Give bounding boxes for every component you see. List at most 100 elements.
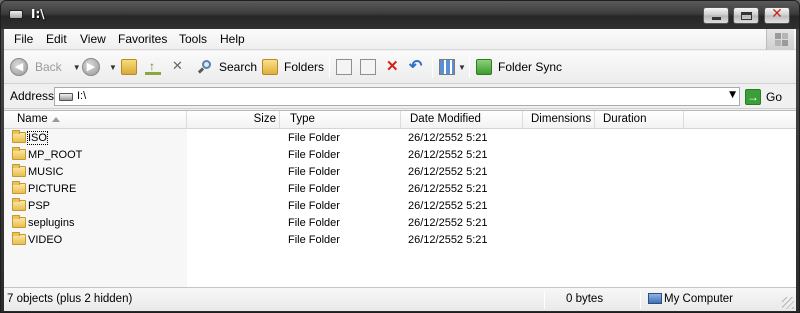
folder-icon [12,147,26,160]
disconnect-button[interactable]: ✕ [169,56,185,78]
folder-icon [12,198,26,211]
folder-icon [12,130,26,143]
delete-button[interactable]: ✕ [384,56,400,78]
close-icon: ✕ [771,6,783,22]
folders-button[interactable]: Folders [262,56,324,78]
item-date: 26/12/2552 5:21 [408,166,488,178]
search-icon [197,59,213,75]
upload-icon: ↑ [145,59,161,75]
list-item[interactable]: seplugins File Folder 26/12/2552 5:21 [4,215,796,232]
address-label: Address [10,89,55,103]
copy-to-icon [360,59,376,75]
back-dropdown-icon[interactable]: ▼ [73,63,81,72]
drive-icon [59,93,73,101]
item-type: File Folder [288,234,340,246]
search-label: Search [219,60,258,74]
go-button[interactable]: → Go [743,87,791,106]
column-size[interactable]: Size [187,111,280,129]
menu-view[interactable]: View [80,32,106,46]
resize-grip-icon[interactable] [782,297,794,309]
minimize-icon [712,17,721,20]
window-title: I:\ [31,7,45,21]
item-name: ISO [27,131,48,145]
status-bar: 7 objects (plus 2 hidden) 0 bytes My Com… [4,287,796,311]
item-date: 26/12/2552 5:21 [408,132,488,144]
views-icon [439,59,455,75]
item-date: 26/12/2552 5:21 [408,234,488,246]
item-date: 26/12/2552 5:21 [408,217,488,229]
item-type: File Folder [288,149,340,161]
menu-tools[interactable]: Tools [179,32,207,46]
back-label: Back [35,60,62,74]
disconnect-icon: ✕ [172,58,183,73]
drive-icon [9,10,23,19]
go-label: Go [766,89,783,104]
views-button[interactable]: ▼ [439,56,466,78]
up-folder-button[interactable] [121,56,137,78]
file-list[interactable]: Name Size Type Date Modified Dimensions … [4,110,796,288]
column-dimensions[interactable]: Dimensions [523,111,595,129]
list-item[interactable]: MP_ROOT File Folder 26/12/2552 5:21 [4,147,796,164]
maximize-button[interactable] [733,7,759,24]
status-location: My Computer [664,293,734,305]
column-date-label: Date Modified [410,113,481,125]
folders-label: Folders [284,60,325,74]
item-date: 26/12/2552 5:21 [408,149,488,161]
folder-sync-button[interactable]: Folder Sync [476,56,562,78]
list-item[interactable]: PICTURE File Folder 26/12/2552 5:21 [4,181,796,198]
sort-ascending-icon [52,117,60,122]
title-bar[interactable]: I:\ ✕ [1,1,799,29]
undo-button[interactable]: ↶ [408,56,424,78]
windows-logo-icon [766,29,794,50]
folder-up-icon [121,59,137,75]
menu-file[interactable]: File [14,32,33,46]
explorer-window: I:\ ✕ File Edit View Favorites Tools Hel… [0,0,800,313]
folders-icon [262,59,278,75]
column-duration[interactable]: Duration [595,111,684,129]
search-button[interactable]: Search [197,56,257,78]
close-button[interactable]: ✕ [764,6,790,24]
forward-arrow-icon: ▶ [82,58,100,76]
window-client: File Edit View Favorites Tools Help ◀ Ba… [4,29,796,311]
column-header-bar: Name Size Type Date Modified Dimensions … [4,111,796,129]
item-date: 26/12/2552 5:21 [408,200,488,212]
address-dropdown-icon[interactable]: ▼ [729,90,736,100]
item-type: File Folder [288,217,340,229]
views-dropdown-icon: ▼ [458,62,466,72]
menu-bar: File Edit View Favorites Tools Help [4,29,796,50]
column-type[interactable]: Type [280,111,401,129]
item-name: PSP [28,200,51,212]
minimize-button[interactable] [703,7,729,24]
upload-button[interactable]: ↑ [145,56,161,78]
folder-sync-label: Folder Sync [498,60,563,74]
column-dimensions-label: Dimensions [531,113,592,125]
item-date: 26/12/2552 5:21 [408,183,488,195]
go-arrow-icon: → [745,88,761,105]
move-to-button[interactable] [336,56,352,78]
item-type: File Folder [288,166,340,178]
item-type: File Folder [288,132,340,144]
list-item[interactable]: MUSIC File Folder 26/12/2552 5:21 [4,164,796,181]
folder-icon [12,164,26,177]
list-item[interactable]: VIDEO File Folder 26/12/2552 5:21 [4,232,796,249]
address-input[interactable]: I:\ ▼ [54,87,740,106]
forward-dropdown-icon[interactable]: ▼ [109,63,117,72]
address-bar: Address I:\ ▼ → Go [4,85,796,109]
item-name: PICTURE [28,183,77,195]
undo-icon: ↶ [409,58,423,75]
item-name: MUSIC [28,166,64,178]
forward-button[interactable]: ▶ ▼ [82,56,117,78]
item-type: File Folder [288,200,340,212]
menu-help[interactable]: Help [220,32,245,46]
folder-icon [12,232,26,245]
copy-to-button[interactable] [360,56,376,78]
column-date-modified[interactable]: Date Modified [401,111,523,129]
menu-favorites[interactable]: Favorites [118,32,167,46]
back-button[interactable]: ◀ Back ▼ [10,56,81,78]
folder-icon [12,181,26,194]
menu-edit[interactable]: Edit [46,32,67,46]
list-item[interactable]: PSP File Folder 26/12/2552 5:21 [4,198,796,215]
item-type: File Folder [288,183,340,195]
column-name[interactable]: Name [4,111,187,129]
list-item[interactable]: ISO File Folder 26/12/2552 5:21 [4,130,796,147]
